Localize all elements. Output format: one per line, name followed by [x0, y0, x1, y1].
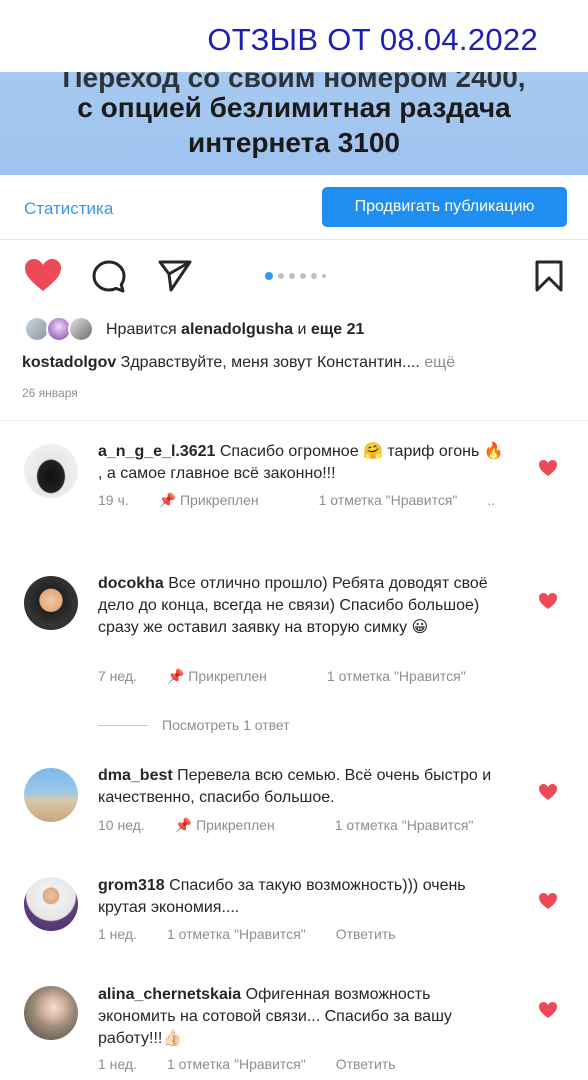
- comment-time: 7 нед.: [98, 668, 137, 684]
- caption-text: Здравствуйте, меня зовут Константин....: [116, 354, 420, 371]
- pinned-label: 📌 Прикреплен: [174, 817, 275, 833]
- carousel-dot-active: [265, 272, 273, 280]
- pinned-label: 📌 Прикреплен: [158, 492, 259, 508]
- bookmark-icon[interactable]: [534, 259, 564, 293]
- comment-likes[interactable]: 1 отметка "Нравится": [167, 1056, 306, 1072]
- reply-button[interactable]: Ответить: [336, 926, 396, 942]
- caption-username[interactable]: kostadolgov: [22, 354, 116, 371]
- comment-time: 19 ч.: [98, 492, 129, 508]
- heart-small-icon[interactable]: [538, 783, 558, 801]
- pinned-label: 📌 Прикреплен: [166, 668, 267, 684]
- post-image-line-3: интернета 3100: [188, 127, 400, 158]
- comment-likes[interactable]: 1 отметка "Нравится": [167, 926, 306, 942]
- likes-others[interactable]: еще 21: [311, 321, 365, 338]
- carousel-dot: [311, 273, 317, 279]
- likes-prefix: Нравится: [106, 321, 182, 338]
- comment-username[interactable]: dma_best: [98, 767, 173, 784]
- post-image-line-2: с опцией безлимитная раздача: [77, 92, 511, 123]
- comment-username[interactable]: docokha: [98, 575, 164, 592]
- post-image-line-1: Переход со своим номером 2400,: [62, 72, 526, 93]
- liker-avatars: [24, 316, 96, 344]
- heart-small-icon[interactable]: [538, 592, 558, 610]
- comment-time: 1 нед.: [98, 1056, 137, 1072]
- promote-button[interactable]: Продвигать публикацию: [322, 187, 567, 227]
- comment-meta: 19 ч. 📌 Прикреплен 1 отметка "Нравится" …: [98, 492, 525, 509]
- avatar[interactable]: [24, 768, 78, 822]
- heart-small-icon[interactable]: [538, 1001, 558, 1019]
- reply-button[interactable]: Ответить: [336, 1056, 396, 1072]
- likes-summary[interactable]: Нравится alenadolgusha и еще 21: [24, 316, 364, 344]
- comment-likes[interactable]: 1 отметка "Нравится": [327, 668, 466, 685]
- carousel-dot: [289, 273, 295, 279]
- review-title: ОТЗЫВ ОТ 08.04.2022: [207, 22, 538, 57]
- comment-meta: 10 нед. 📌 Прикреплен 1 отметка "Нравится…: [98, 817, 503, 834]
- comment-meta: 7 нед. 📌 Прикреплен 1 отметка "Нравится": [98, 668, 496, 685]
- heart-small-icon[interactable]: [538, 459, 558, 477]
- avatar[interactable]: [24, 576, 78, 630]
- comment-likes[interactable]: 1 отметка "Нравится": [319, 492, 458, 509]
- comment-username[interactable]: grom318: [98, 877, 165, 894]
- post-date: 26 января: [22, 386, 78, 400]
- caption-more-link[interactable]: ещё: [420, 354, 455, 371]
- view-replies-label: Посмотреть 1 ответ: [162, 717, 290, 733]
- carousel-dot: [322, 274, 326, 278]
- comment-time: 1 нед.: [98, 926, 137, 942]
- replies-divider: [98, 724, 148, 726]
- heart-filled-icon[interactable]: [24, 258, 62, 292]
- comment-text: grom318 Спасибо за такую возможность))) …: [98, 875, 508, 919]
- avatar[interactable]: [24, 877, 78, 931]
- likes-text: Нравится alenadolgusha и еще 21: [106, 321, 364, 339]
- comment-meta: 1 нед. 1 отметка "Нравится" Ответить: [98, 926, 426, 942]
- comment-text: docokha Все отлично прошло) Ребята довод…: [98, 573, 508, 639]
- comment-text: a_n_g_e_l.3621 Спасибо огромное 🤗 тариф …: [98, 441, 508, 485]
- comment-text: alina_chernetskaia Офигенная возможность…: [98, 984, 508, 1050]
- avatar[interactable]: [24, 444, 78, 498]
- comment-time: 10 нед.: [98, 817, 145, 833]
- comment-likes[interactable]: 1 отметка "Нравится": [335, 817, 474, 834]
- more-options[interactable]: ..: [487, 492, 495, 509]
- review-banner: ОТЗЫВ ОТ 08.04.2022: [0, 0, 588, 72]
- view-replies-button[interactable]: Посмотреть 1 ответ: [98, 717, 290, 733]
- avatar: [68, 316, 94, 342]
- comment-text: dma_best Перевела всю семью. Всё очень б…: [98, 765, 508, 809]
- likes-user[interactable]: alenadolgusha: [181, 321, 293, 338]
- divider: [0, 420, 588, 421]
- comment-icon[interactable]: [91, 259, 127, 295]
- carousel-indicator: [265, 272, 326, 280]
- heart-small-icon[interactable]: [538, 892, 558, 910]
- statistics-link[interactable]: Статистика: [24, 199, 113, 219]
- likes-middle: и: [293, 321, 311, 338]
- post-image[interactable]: Переход со своим номером 2400, с опцией …: [0, 72, 588, 175]
- comment-username[interactable]: alina_chernetskaia: [98, 986, 241, 1003]
- avatar[interactable]: [24, 986, 78, 1040]
- comment-meta: 1 нед. 1 отметка "Нравится" Ответить: [98, 1056, 426, 1072]
- carousel-dot: [278, 273, 284, 279]
- share-icon[interactable]: [157, 259, 193, 293]
- post-caption: kostadolgov Здравствуйте, меня зовут Кон…: [22, 354, 455, 372]
- carousel-dot: [300, 273, 306, 279]
- comment-username[interactable]: a_n_g_e_l.3621: [98, 443, 215, 460]
